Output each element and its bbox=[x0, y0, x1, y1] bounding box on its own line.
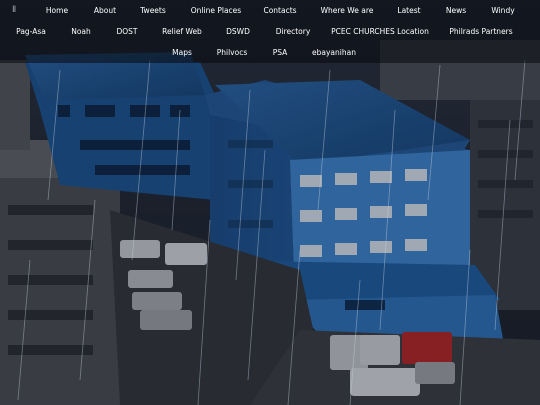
nav-contacts[interactable]: Contacts bbox=[263, 0, 296, 21]
nav-pcec-churches[interactable]: PCEC CHURCHES Location bbox=[331, 21, 429, 42]
nav-dost[interactable]: DOST bbox=[116, 21, 137, 42]
nav-philvocs[interactable]: Philvocs bbox=[217, 42, 248, 63]
nav-online-places[interactable]: Online Places bbox=[191, 0, 241, 21]
nav-maps[interactable]: Maps bbox=[172, 42, 192, 63]
nav-ebayanihan[interactable]: ebayanihan bbox=[312, 42, 356, 63]
nav-psa[interactable]: PSA bbox=[273, 42, 288, 63]
nav-where-we-are[interactable]: Where We are bbox=[321, 0, 374, 21]
nav-pag-asa[interactable]: Pag-Asa bbox=[16, 21, 46, 42]
nav-about[interactable]: About bbox=[94, 0, 116, 21]
nav-news[interactable]: News bbox=[446, 0, 466, 21]
nav-dswd[interactable]: DSWD bbox=[226, 21, 250, 42]
nav-row-secondary: Pag-Asa Noah DOST Relief Web DSWD Direct… bbox=[0, 21, 540, 42]
nav-home[interactable]: Home bbox=[46, 0, 68, 21]
nav-latest[interactable]: Latest bbox=[397, 0, 420, 21]
nav-row-tertiary: Maps Philvocs PSA ebayanihan bbox=[0, 42, 540, 63]
nav-windy[interactable]: Windy bbox=[491, 0, 514, 21]
pause-icon[interactable]: II bbox=[12, 4, 16, 17]
nav-philrads-partners[interactable]: Philrads Partners bbox=[449, 21, 512, 42]
nav-directory[interactable]: Directory bbox=[276, 21, 311, 42]
nav-relief-web[interactable]: Relief Web bbox=[162, 21, 202, 42]
nav-row-primary: II Home About Tweets Online Places Conta… bbox=[0, 0, 540, 21]
nav-tweets[interactable]: Tweets bbox=[140, 0, 166, 21]
nav-noah[interactable]: Noah bbox=[71, 21, 91, 42]
